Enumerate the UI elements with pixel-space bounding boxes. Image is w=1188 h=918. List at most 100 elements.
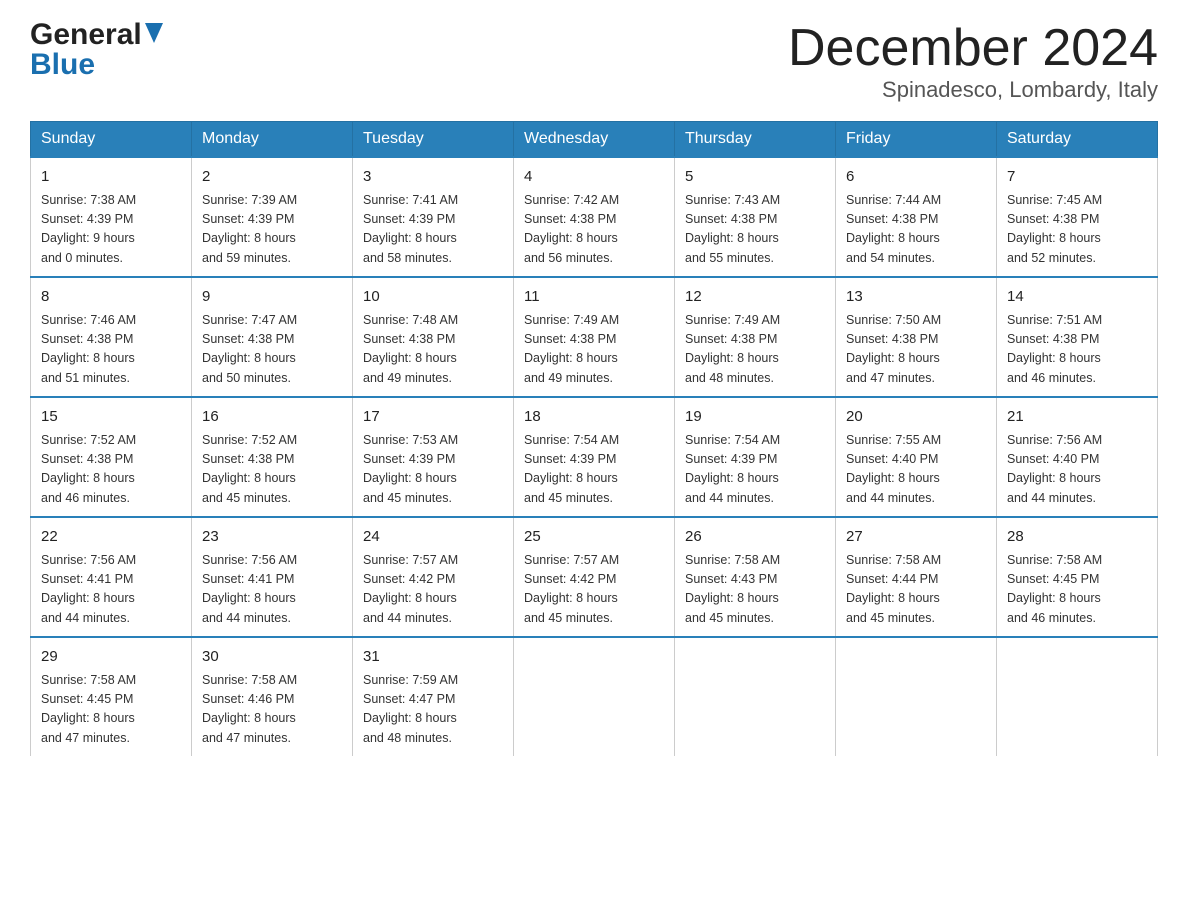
header-row: SundayMondayTuesdayWednesdayThursdayFrid… [31,122,1158,158]
day-number: 8 [41,286,181,309]
title-block: December 2024 Spinadesco, Lombardy, Ital… [788,20,1158,103]
calendar-cell: 29Sunrise: 7:58 AMSunset: 4:45 PMDayligh… [31,637,192,756]
calendar-cell: 3Sunrise: 7:41 AMSunset: 4:39 PMDaylight… [353,157,514,277]
day-number: 6 [846,166,986,189]
day-info: Sunrise: 7:45 AMSunset: 4:38 PMDaylight:… [1007,191,1147,269]
day-number: 4 [524,166,664,189]
calendar-cell: 11Sunrise: 7:49 AMSunset: 4:38 PMDayligh… [514,277,675,397]
day-info: Sunrise: 7:47 AMSunset: 4:38 PMDaylight:… [202,311,342,389]
day-number: 25 [524,526,664,549]
day-number: 22 [41,526,181,549]
day-number: 19 [685,406,825,429]
calendar-cell: 12Sunrise: 7:49 AMSunset: 4:38 PMDayligh… [675,277,836,397]
col-header-sunday: Sunday [31,122,192,158]
calendar-cell: 10Sunrise: 7:48 AMSunset: 4:38 PMDayligh… [353,277,514,397]
calendar-cell: 26Sunrise: 7:58 AMSunset: 4:43 PMDayligh… [675,517,836,637]
day-number: 31 [363,646,503,669]
calendar-cell: 25Sunrise: 7:57 AMSunset: 4:42 PMDayligh… [514,517,675,637]
day-info: Sunrise: 7:49 AMSunset: 4:38 PMDaylight:… [524,311,664,389]
calendar-week-1: 1Sunrise: 7:38 AMSunset: 4:39 PMDaylight… [31,157,1158,277]
day-number: 13 [846,286,986,309]
day-info: Sunrise: 7:56 AMSunset: 4:40 PMDaylight:… [1007,431,1147,509]
page-header: General Blue December 2024 Spinadesco, L… [30,20,1158,103]
calendar-week-3: 15Sunrise: 7:52 AMSunset: 4:38 PMDayligh… [31,397,1158,517]
calendar-cell [675,637,836,756]
calendar-cell: 22Sunrise: 7:56 AMSunset: 4:41 PMDayligh… [31,517,192,637]
day-info: Sunrise: 7:58 AMSunset: 4:43 PMDaylight:… [685,551,825,629]
calendar-cell: 2Sunrise: 7:39 AMSunset: 4:39 PMDaylight… [192,157,353,277]
calendar-cell: 14Sunrise: 7:51 AMSunset: 4:38 PMDayligh… [997,277,1158,397]
calendar-cell: 24Sunrise: 7:57 AMSunset: 4:42 PMDayligh… [353,517,514,637]
day-info: Sunrise: 7:56 AMSunset: 4:41 PMDaylight:… [202,551,342,629]
day-number: 20 [846,406,986,429]
day-number: 11 [524,286,664,309]
day-number: 27 [846,526,986,549]
col-header-thursday: Thursday [675,122,836,158]
day-info: Sunrise: 7:51 AMSunset: 4:38 PMDaylight:… [1007,311,1147,389]
calendar-location: Spinadesco, Lombardy, Italy [788,77,1158,103]
day-info: Sunrise: 7:54 AMSunset: 4:39 PMDaylight:… [685,431,825,509]
day-info: Sunrise: 7:50 AMSunset: 4:38 PMDaylight:… [846,311,986,389]
day-number: 2 [202,166,342,189]
logo-blue-text: Blue [30,48,95,81]
day-info: Sunrise: 7:52 AMSunset: 4:38 PMDaylight:… [202,431,342,509]
day-info: Sunrise: 7:43 AMSunset: 4:38 PMDaylight:… [685,191,825,269]
calendar-cell [514,637,675,756]
calendar-cell [836,637,997,756]
day-number: 23 [202,526,342,549]
calendar-cell: 4Sunrise: 7:42 AMSunset: 4:38 PMDaylight… [514,157,675,277]
day-info: Sunrise: 7:46 AMSunset: 4:38 PMDaylight:… [41,311,181,389]
col-header-saturday: Saturday [997,122,1158,158]
day-number: 9 [202,286,342,309]
day-info: Sunrise: 7:44 AMSunset: 4:38 PMDaylight:… [846,191,986,269]
day-number: 16 [202,406,342,429]
day-info: Sunrise: 7:41 AMSunset: 4:39 PMDaylight:… [363,191,503,269]
day-number: 29 [41,646,181,669]
day-number: 15 [41,406,181,429]
day-info: Sunrise: 7:53 AMSunset: 4:39 PMDaylight:… [363,431,503,509]
calendar-cell: 7Sunrise: 7:45 AMSunset: 4:38 PMDaylight… [997,157,1158,277]
day-number: 10 [363,286,503,309]
day-info: Sunrise: 7:58 AMSunset: 4:44 PMDaylight:… [846,551,986,629]
logo-arrow-icon [145,23,163,48]
day-number: 1 [41,166,181,189]
col-header-wednesday: Wednesday [514,122,675,158]
calendar-title: December 2024 [788,20,1158,77]
calendar-cell: 13Sunrise: 7:50 AMSunset: 4:38 PMDayligh… [836,277,997,397]
day-info: Sunrise: 7:55 AMSunset: 4:40 PMDaylight:… [846,431,986,509]
logo-general-text: General [30,20,142,50]
day-info: Sunrise: 7:58 AMSunset: 4:45 PMDaylight:… [1007,551,1147,629]
calendar-cell: 23Sunrise: 7:56 AMSunset: 4:41 PMDayligh… [192,517,353,637]
day-info: Sunrise: 7:58 AMSunset: 4:46 PMDaylight:… [202,671,342,749]
calendar-cell: 8Sunrise: 7:46 AMSunset: 4:38 PMDaylight… [31,277,192,397]
day-info: Sunrise: 7:38 AMSunset: 4:39 PMDaylight:… [41,191,181,269]
day-info: Sunrise: 7:59 AMSunset: 4:47 PMDaylight:… [363,671,503,749]
day-number: 7 [1007,166,1147,189]
day-number: 28 [1007,526,1147,549]
day-number: 26 [685,526,825,549]
calendar-cell: 1Sunrise: 7:38 AMSunset: 4:39 PMDaylight… [31,157,192,277]
day-number: 5 [685,166,825,189]
calendar-cell: 27Sunrise: 7:58 AMSunset: 4:44 PMDayligh… [836,517,997,637]
day-info: Sunrise: 7:49 AMSunset: 4:38 PMDaylight:… [685,311,825,389]
calendar-cell [997,637,1158,756]
calendar-cell: 16Sunrise: 7:52 AMSunset: 4:38 PMDayligh… [192,397,353,517]
calendar-week-2: 8Sunrise: 7:46 AMSunset: 4:38 PMDaylight… [31,277,1158,397]
day-number: 18 [524,406,664,429]
calendar-cell: 21Sunrise: 7:56 AMSunset: 4:40 PMDayligh… [997,397,1158,517]
day-info: Sunrise: 7:56 AMSunset: 4:41 PMDaylight:… [41,551,181,629]
calendar-cell: 6Sunrise: 7:44 AMSunset: 4:38 PMDaylight… [836,157,997,277]
day-info: Sunrise: 7:54 AMSunset: 4:39 PMDaylight:… [524,431,664,509]
calendar-cell: 19Sunrise: 7:54 AMSunset: 4:39 PMDayligh… [675,397,836,517]
day-info: Sunrise: 7:48 AMSunset: 4:38 PMDaylight:… [363,311,503,389]
day-number: 30 [202,646,342,669]
calendar-week-4: 22Sunrise: 7:56 AMSunset: 4:41 PMDayligh… [31,517,1158,637]
col-header-monday: Monday [192,122,353,158]
calendar-cell: 28Sunrise: 7:58 AMSunset: 4:45 PMDayligh… [997,517,1158,637]
col-header-tuesday: Tuesday [353,122,514,158]
day-info: Sunrise: 7:52 AMSunset: 4:38 PMDaylight:… [41,431,181,509]
calendar-table: SundayMondayTuesdayWednesdayThursdayFrid… [30,121,1158,756]
calendar-week-5: 29Sunrise: 7:58 AMSunset: 4:45 PMDayligh… [31,637,1158,756]
day-info: Sunrise: 7:42 AMSunset: 4:38 PMDaylight:… [524,191,664,269]
calendar-cell: 9Sunrise: 7:47 AMSunset: 4:38 PMDaylight… [192,277,353,397]
